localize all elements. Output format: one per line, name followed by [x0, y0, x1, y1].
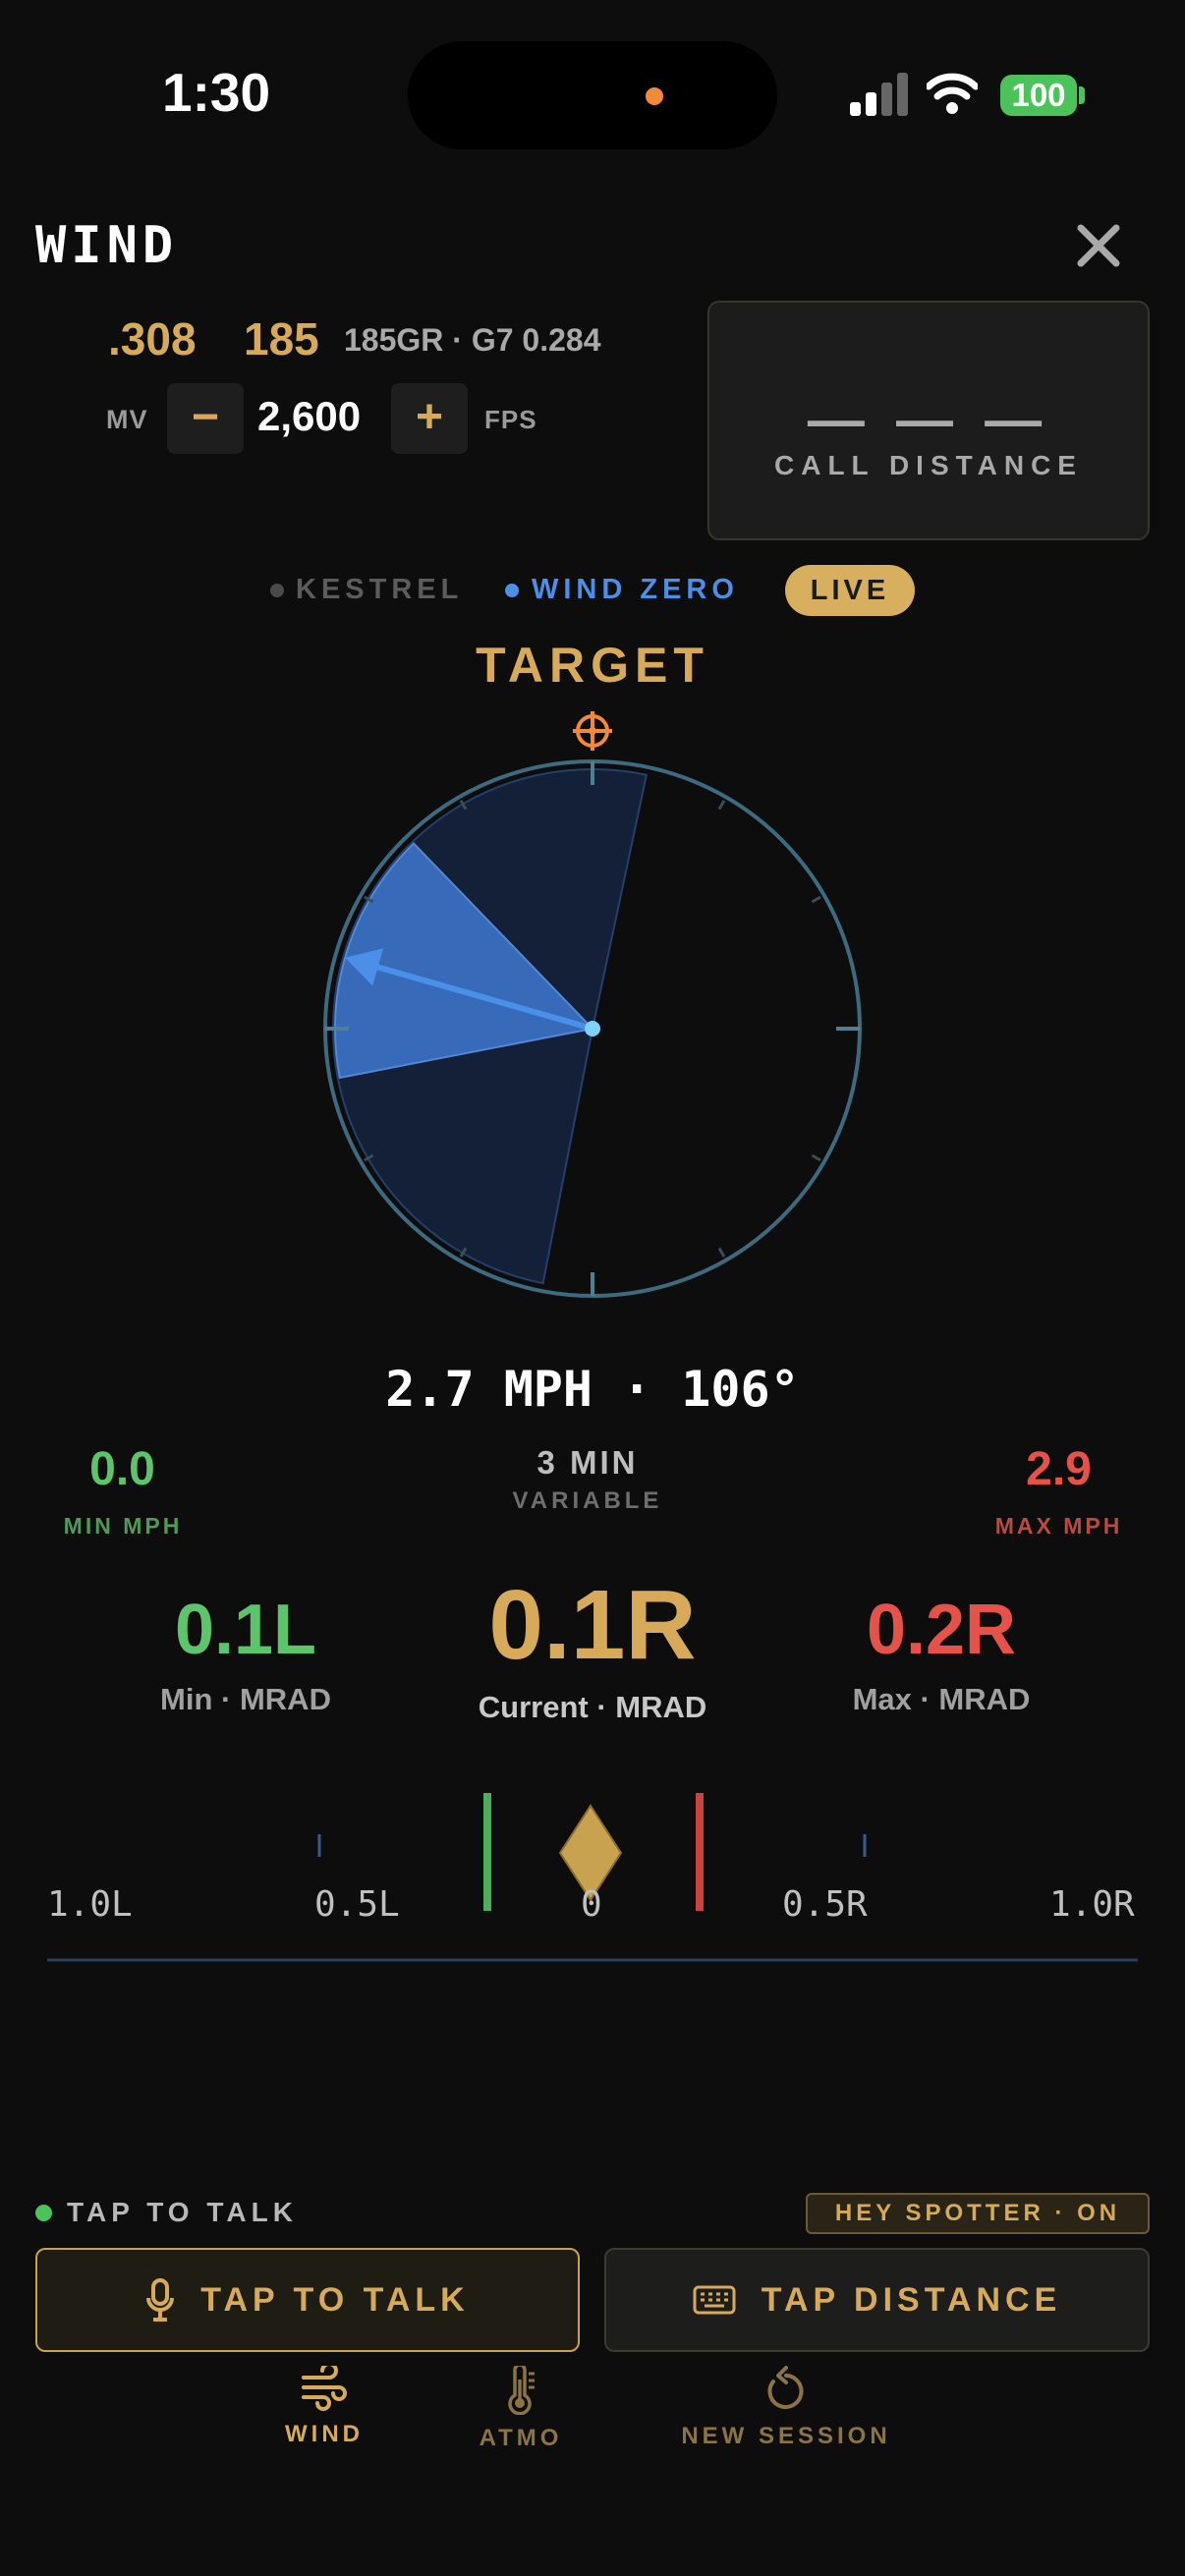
- mv-increment-button[interactable]: +: [391, 383, 468, 454]
- page-title: WIND: [35, 216, 179, 275]
- wind-icon: [302, 2366, 347, 2411]
- scale-tick-label: 0.5R: [782, 1884, 868, 1925]
- microphone-icon: [146, 2278, 175, 2322]
- nav-wind-label: WIND: [285, 2421, 364, 2447]
- hold-scale: [47, 1793, 1138, 1962]
- compass-tick: [811, 895, 821, 904]
- target-label: TARGET: [476, 638, 709, 693]
- mv-label: MV: [106, 405, 148, 434]
- min-hold-value: 0.1L: [174, 1591, 317, 1669]
- target-crosshair-icon: [573, 711, 612, 751]
- max-hold-label: Max · MRAD: [852, 1682, 1031, 1716]
- scale-tick-label: 1.0L: [47, 1884, 133, 1925]
- compass-center: [585, 1021, 600, 1036]
- call-distance-label: CALL DISTANCE: [774, 450, 1083, 480]
- nav-atmo[interactable]: ATMO: [462, 2366, 580, 2452]
- voice-status-dot: [35, 2205, 52, 2221]
- max-hold-value: 0.2R: [866, 1591, 1017, 1669]
- dynamic-island: [408, 41, 777, 149]
- keyboard-icon: [693, 2285, 736, 2315]
- nav-new-session-label: NEW SESSION: [681, 2423, 891, 2449]
- mv-value[interactable]: 2,600: [257, 393, 361, 440]
- nav-atmo-label: ATMO: [479, 2425, 563, 2451]
- kestrel-status-dot: [270, 584, 284, 597]
- voice-status-label: TAP TO TALK: [67, 2197, 298, 2227]
- cellular-signal-icon: [850, 73, 908, 116]
- wind-speed-direction: 2.7 MPH · 106°: [385, 1361, 800, 1418]
- wind-zero-status-dot: [505, 584, 519, 597]
- scale-tick-label: 0.5L: [314, 1884, 400, 1925]
- recording-indicator: [646, 87, 663, 105]
- scale-tick-label: 0: [581, 1884, 602, 1925]
- current-hold-label: Current · MRAD: [478, 1690, 707, 1724]
- call-distance-value: — — —: [807, 388, 1050, 452]
- tap-distance-button[interactable]: TAP DISTANCE: [604, 2248, 1150, 2352]
- max-mph-value: 2.9: [1026, 1443, 1092, 1495]
- kestrel-mode-toggle[interactable]: KESTREL: [296, 574, 463, 606]
- max-mph-label: MAX MPH: [994, 1513, 1123, 1539]
- tap-to-talk-label: TAP TO TALK: [200, 2280, 470, 2319]
- close-icon[interactable]: [1071, 218, 1126, 273]
- wind-compass[interactable]: [295, 707, 890, 1316]
- min-hold-label: Min · MRAD: [160, 1682, 331, 1716]
- current-hold-value: 0.1R: [488, 1570, 697, 1680]
- mv-decrement-button[interactable]: −: [167, 383, 244, 454]
- mv-unit-label: FPS: [484, 405, 537, 434]
- battery-tip: [1079, 86, 1085, 104]
- caliber-value[interactable]: .308: [108, 312, 197, 365]
- battery-indicator: 100: [1000, 75, 1077, 116]
- hey-spotter-toggle[interactable]: HEY SPOTTER · ON: [806, 2193, 1150, 2234]
- wind-zero-mode-toggle[interactable]: WIND ZERO: [532, 574, 739, 606]
- min-mph-label: MIN MPH: [63, 1513, 183, 1539]
- grain-value[interactable]: 185: [244, 312, 319, 365]
- nav-new-session[interactable]: NEW SESSION: [658, 2366, 914, 2450]
- max-hold-marker: [696, 1793, 704, 1911]
- tap-to-talk-button[interactable]: TAP TO TALK: [35, 2248, 580, 2352]
- status-time: 1:30: [162, 62, 271, 123]
- compass-tick: [717, 1247, 726, 1258]
- wifi-icon: [927, 73, 978, 114]
- min-hold-marker: [483, 1793, 491, 1911]
- live-badge[interactable]: LIVE: [785, 565, 915, 616]
- restart-icon: [767, 2366, 804, 2409]
- tap-distance-label: TAP DISTANCE: [761, 2280, 1062, 2319]
- compass-tick: [717, 800, 726, 811]
- nav-wind[interactable]: WIND: [265, 2366, 383, 2448]
- bullet-description: 185GR · G7 0.284: [344, 322, 601, 358]
- compass-tick: [811, 1153, 821, 1162]
- thermometer-icon: [508, 2366, 535, 2415]
- call-distance-button[interactable]: — — — CALL DISTANCE: [707, 301, 1150, 540]
- scale-tick-label: 1.0R: [1049, 1884, 1135, 1925]
